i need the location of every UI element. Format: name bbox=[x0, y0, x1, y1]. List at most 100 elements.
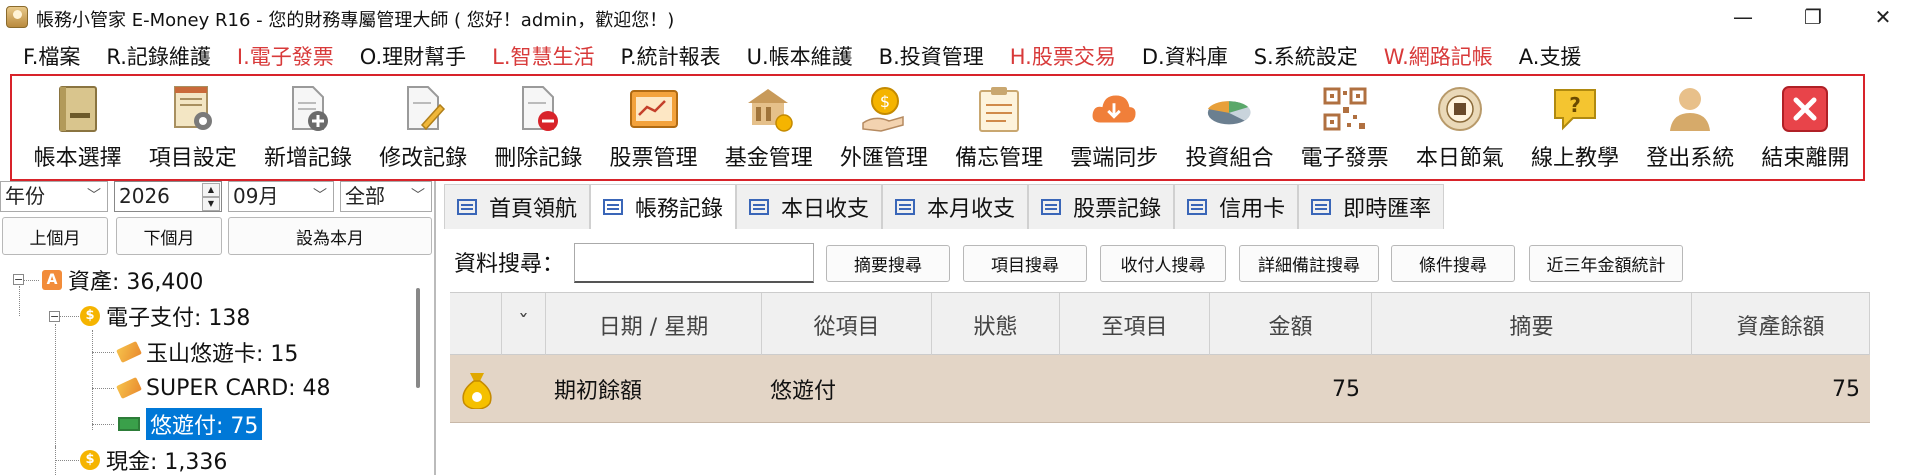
menu-support[interactable]: A.支援 bbox=[1506, 41, 1595, 71]
column-from-item[interactable]: 從項目 bbox=[762, 293, 932, 356]
memo-icon bbox=[974, 84, 1024, 134]
item-search-button[interactable]: 項目搜尋 bbox=[963, 245, 1087, 282]
fund-management-button[interactable]: 基金管理 bbox=[711, 76, 826, 179]
tree-node-assets[interactable]: A 資產: 36,400 bbox=[42, 263, 203, 297]
tab-account-records[interactable]: 帳務記錄 bbox=[590, 184, 737, 229]
table-icon bbox=[1041, 199, 1062, 215]
column-status[interactable]: 狀態 bbox=[932, 293, 1060, 356]
summary-search-button[interactable]: 摘要搜尋 bbox=[826, 245, 950, 282]
table-icon bbox=[1187, 199, 1208, 215]
cell-from-item: 悠遊付 bbox=[770, 379, 837, 404]
tree-node-easywallet[interactable]: 悠遊付: 75 bbox=[118, 407, 263, 441]
column-to-item[interactable]: 至項目 bbox=[1060, 293, 1210, 356]
month-select[interactable]: 09月 ﹀ bbox=[228, 181, 334, 212]
minimize-button[interactable]: — bbox=[1713, 0, 1773, 34]
cell-amount: 75 bbox=[1332, 376, 1360, 402]
tree-node-epay[interactable]: $ 電子支付: 138 bbox=[80, 299, 250, 333]
chevron-down-icon: ﹀ bbox=[313, 188, 327, 204]
menu-settings[interactable]: S.系統設定 bbox=[1241, 41, 1371, 71]
tab-today[interactable]: 本日收支 bbox=[736, 184, 883, 229]
prev-month-button[interactable]: 上個月 bbox=[2, 217, 108, 255]
tree-node-easycard[interactable]: 玉山悠遊卡: 15 bbox=[116, 335, 298, 369]
row-icon-column bbox=[450, 293, 502, 356]
tab-home[interactable]: 首頁領航 bbox=[444, 184, 591, 229]
tab-credit-card[interactable]: 信用卡 bbox=[1174, 184, 1299, 229]
fund-icon bbox=[744, 84, 794, 134]
delete-record-button[interactable]: 刪除記錄 bbox=[481, 76, 596, 179]
add-record-button[interactable]: 新增記錄 bbox=[250, 76, 365, 179]
ledger-book-icon bbox=[53, 84, 103, 134]
column-balance[interactable]: 資產餘額 bbox=[1692, 293, 1870, 356]
chevron-down-icon: ﹀ bbox=[87, 188, 101, 204]
item-settings-icon bbox=[168, 84, 218, 134]
item-settings-button[interactable]: 項目設定 bbox=[135, 76, 250, 179]
forex-management-button[interactable]: $ 外匯管理 bbox=[826, 76, 941, 179]
tab-exchange-rate[interactable]: 即時匯率 bbox=[1298, 184, 1445, 229]
collapse-toggle[interactable]: − bbox=[49, 311, 60, 322]
tab-stock-records[interactable]: 股票記錄 bbox=[1028, 184, 1175, 229]
search-input[interactable] bbox=[574, 243, 814, 283]
menu-einvoice[interactable]: I.電子發票 bbox=[224, 41, 347, 71]
next-month-button[interactable]: 下個月 bbox=[116, 217, 222, 255]
portfolio-button[interactable]: 投資組合 bbox=[1172, 76, 1287, 179]
memo-management-button[interactable]: 備忘管理 bbox=[942, 76, 1057, 179]
ledger-select-button[interactable]: 帳本選擇 bbox=[20, 76, 135, 179]
maximize-button[interactable]: ❐ bbox=[1783, 0, 1843, 34]
three-year-stats-button[interactable]: 近三年金額統計 bbox=[1529, 245, 1683, 282]
tab-this-month[interactable]: 本月收支 bbox=[882, 184, 1029, 229]
menu-file[interactable]: F.檔案 bbox=[10, 41, 93, 71]
payee-search-button[interactable]: 收付人搜尋 bbox=[1100, 245, 1226, 282]
panel-splitter[interactable] bbox=[434, 181, 436, 475]
logout-button[interactable]: 登出系統 bbox=[1633, 76, 1748, 179]
stock-management-button[interactable]: 股票管理 bbox=[596, 76, 711, 179]
qr-code-icon bbox=[1320, 84, 1370, 134]
menu-bar: F.檔案 R.記錄維護 I.電子發票 O.理財幫手 L.智慧生活 P.統計報表 … bbox=[0, 38, 1918, 74]
portfolio-icon bbox=[1204, 84, 1254, 134]
tree-node-cash[interactable]: $ 現金: 1,336 bbox=[80, 443, 227, 475]
year-spinner[interactable]: 2026 ▲ ▼ bbox=[114, 181, 222, 212]
einvoice-button[interactable]: 電子發票 bbox=[1287, 76, 1402, 179]
menu-ledger[interactable]: U.帳本維護 bbox=[734, 41, 866, 71]
spin-up-icon[interactable]: ▲ bbox=[202, 183, 220, 197]
cloud-sync-icon bbox=[1089, 84, 1139, 134]
menu-records[interactable]: R.記錄維護 bbox=[93, 41, 224, 71]
period-type-select[interactable]: 年份 ﹀ bbox=[0, 181, 108, 212]
spin-down-icon[interactable]: ▼ bbox=[202, 197, 220, 211]
menu-finance-helper[interactable]: O.理財幫手 bbox=[347, 41, 479, 71]
exit-button[interactable]: 結束離開 bbox=[1748, 76, 1863, 179]
menu-smart-life[interactable]: L.智慧生活 bbox=[479, 41, 607, 71]
collapse-toggle[interactable]: − bbox=[13, 274, 24, 285]
menu-investment[interactable]: B.投資管理 bbox=[866, 41, 997, 71]
cloud-sync-button[interactable]: 雲端同步 bbox=[1057, 76, 1172, 179]
close-button[interactable]: ✕ bbox=[1853, 0, 1913, 34]
sort-column-toggle[interactable]: ˇ bbox=[502, 293, 546, 356]
cell-to-item bbox=[1060, 355, 1210, 423]
edit-record-button[interactable]: 修改記錄 bbox=[366, 76, 481, 179]
menu-database[interactable]: D.資料庫 bbox=[1129, 41, 1241, 71]
menu-reports[interactable]: P.統計報表 bbox=[608, 41, 734, 71]
logout-icon bbox=[1665, 84, 1715, 134]
condition-search-button[interactable]: 條件搜尋 bbox=[1391, 245, 1515, 282]
column-date[interactable]: 日期 / 星期 bbox=[546, 293, 762, 356]
svg-text:?: ? bbox=[1569, 93, 1581, 117]
menu-web-accounting[interactable]: W.網路記帳 bbox=[1371, 41, 1506, 71]
cell-balance: 75 bbox=[1832, 376, 1860, 402]
set-current-month-button[interactable]: 設為本月 bbox=[228, 217, 432, 255]
table-row[interactable]: 期初餘額 悠遊付 75 75 bbox=[450, 355, 1870, 423]
delete-record-icon bbox=[513, 84, 563, 134]
online-tutorial-button[interactable]: ? 線上教學 bbox=[1517, 76, 1632, 179]
menu-stock-trading[interactable]: H.股票交易 bbox=[997, 41, 1129, 71]
detail-note-search-button[interactable]: 詳細備註搜尋 bbox=[1239, 245, 1379, 282]
scope-select[interactable]: 全部 ﹀ bbox=[340, 181, 432, 212]
column-amount[interactable]: 金額 bbox=[1210, 293, 1372, 356]
chevron-down-icon: ﹀ bbox=[411, 188, 425, 204]
tree-scrollbar[interactable] bbox=[416, 288, 420, 388]
tree-node-super-card[interactable]: SUPER CARD: 48 bbox=[116, 371, 331, 405]
table-icon bbox=[1311, 199, 1332, 215]
app-logo-icon bbox=[6, 6, 28, 28]
coin-icon: $ bbox=[80, 306, 100, 326]
solar-term-button[interactable]: 本日節氣 bbox=[1402, 76, 1517, 179]
window-title: 帳務小管家 E-Money R16 - 您的財務專屬管理大師 ( 您好！admi… bbox=[36, 10, 675, 31]
column-memo[interactable]: 摘要 bbox=[1372, 293, 1692, 356]
account-tree: − A 資產: 36,400 − $ 電子支付: 138 玉山悠遊卡: 15 S… bbox=[0, 260, 432, 475]
